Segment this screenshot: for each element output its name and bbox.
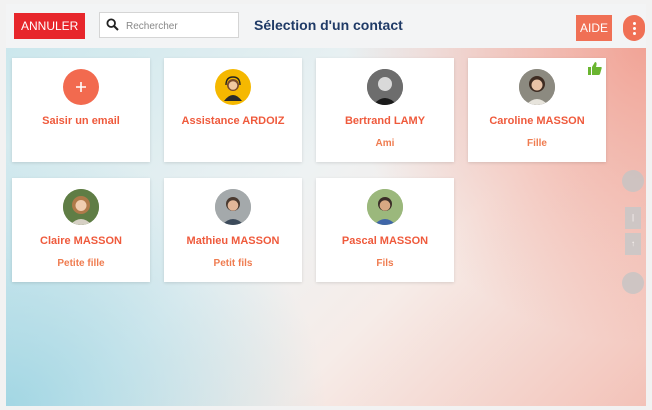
cancel-button[interactable]: ANNULER xyxy=(14,13,86,39)
thumbs-up-icon xyxy=(588,62,602,75)
search-box[interactable] xyxy=(99,12,239,38)
search-input[interactable] xyxy=(124,16,238,36)
contact-name: Pascal MASSON xyxy=(341,235,429,247)
contact-name: Claire MASSON xyxy=(40,235,122,247)
avatar-photo-icon xyxy=(367,69,403,105)
contact-relation: Petite fille xyxy=(57,258,105,269)
more-options-button[interactable] xyxy=(623,15,645,41)
plus-icon xyxy=(63,69,99,105)
contact-name: Bertrand LAMY xyxy=(344,115,426,127)
contact-card-mathieu[interactable]: Mathieu MASSON Petit fils xyxy=(164,178,302,282)
contact-card-pascal[interactable]: Pascal MASSON Fils xyxy=(316,178,454,282)
contact-relation: Petit fils xyxy=(213,258,253,269)
contact-card-bertrand[interactable]: Bertrand LAMY Ami xyxy=(316,58,454,162)
scroll-up-button[interactable] xyxy=(622,170,644,192)
contact-name: Mathieu MASSON xyxy=(186,235,280,247)
help-button[interactable]: AIDE xyxy=(576,15,612,41)
avatar-photo-icon xyxy=(519,69,555,105)
scroll-track-segment[interactable]: | xyxy=(625,207,641,229)
search-icon xyxy=(106,18,119,31)
scroll-thumb[interactable]: ↑ xyxy=(625,233,641,255)
avatar-photo-icon xyxy=(63,189,99,225)
contact-card-assistance[interactable]: Assistance ARDOIZ xyxy=(164,58,302,162)
contact-card-claire[interactable]: Claire MASSON Petite fille xyxy=(12,178,150,282)
contact-card-caroline[interactable]: Caroline MASSON Fille xyxy=(468,58,606,162)
contact-name: Saisir un email xyxy=(42,115,120,127)
contact-relation: Ami xyxy=(375,138,395,149)
page-title: Sélection d'un contact xyxy=(254,17,403,33)
scroll-down-button[interactable] xyxy=(622,272,644,294)
contact-name: Caroline MASSON xyxy=(489,115,585,127)
avatar-photo-icon xyxy=(215,189,251,225)
contact-card-add-email[interactable]: Saisir un email xyxy=(12,58,150,162)
contact-relation: Fils xyxy=(376,258,394,269)
avatar-photo-icon xyxy=(367,189,403,225)
contact-selection-screen: ANNULER Sélection d'un contact AIDE xyxy=(6,4,646,406)
contact-name: Assistance ARDOIZ xyxy=(181,115,285,127)
support-avatar-icon xyxy=(215,69,251,105)
contact-relation: Fille xyxy=(526,138,547,149)
top-bar: ANNULER Sélection d'un contact AIDE xyxy=(6,4,646,48)
